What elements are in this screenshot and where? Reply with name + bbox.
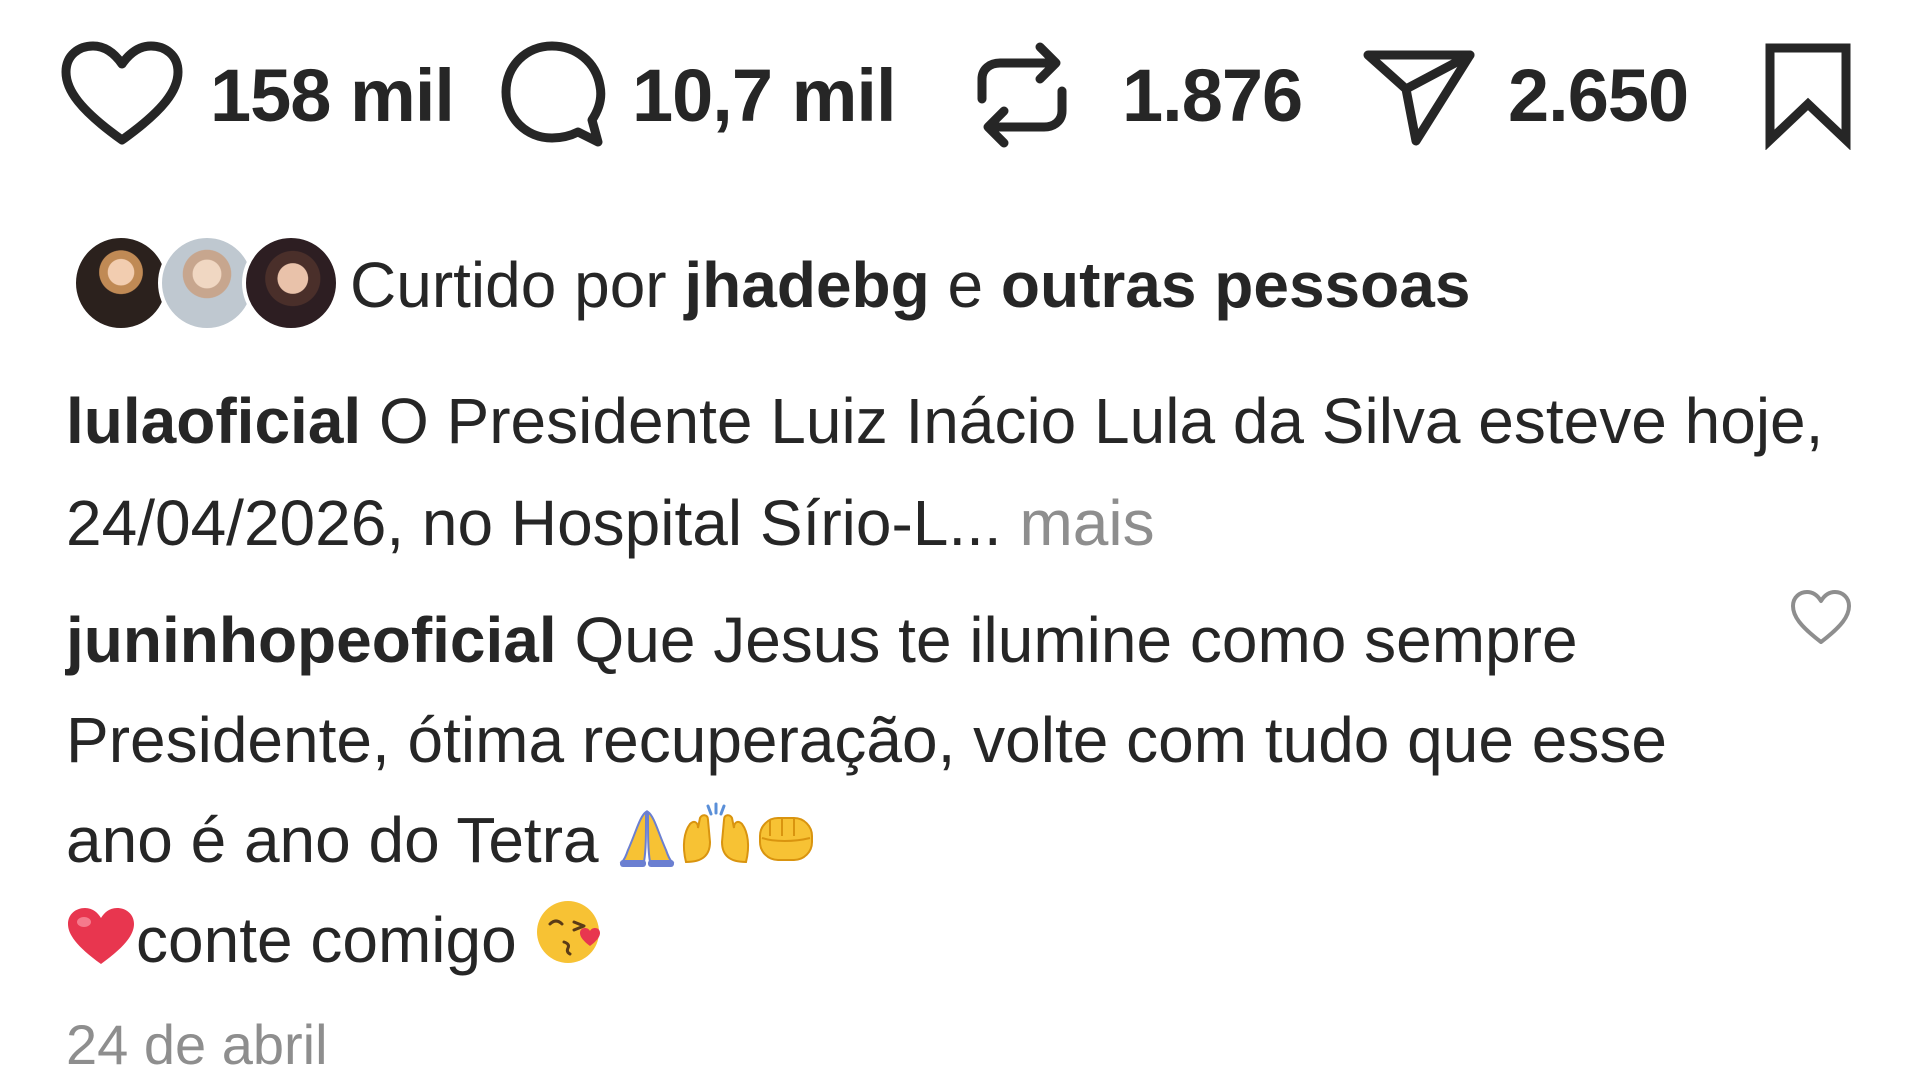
liked-by-others-link[interactable]: outras pessoas bbox=[1001, 249, 1471, 321]
avatar bbox=[242, 234, 340, 332]
post-caption: lulaoficial O Presidente Luiz Inácio Lul… bbox=[66, 370, 1826, 574]
comment-bubble-icon bbox=[500, 40, 606, 150]
share-button[interactable]: 2.650 bbox=[1360, 30, 1689, 160]
liked-by-text: Curtido por jhadebg e outras pessoas bbox=[350, 248, 1470, 322]
comment-username-link[interactable]: juninhopeoficial bbox=[66, 604, 557, 676]
liked-by-row[interactable]: Curtido por jhadebg e outras pessoas bbox=[72, 225, 1470, 345]
avatar bbox=[72, 234, 170, 332]
bookmark-icon bbox=[1760, 40, 1856, 150]
repost-button[interactable]: 1.876 bbox=[970, 30, 1303, 160]
repost-icon bbox=[970, 35, 1074, 155]
heart-icon bbox=[1790, 590, 1852, 652]
send-icon bbox=[1360, 41, 1478, 149]
comment-count: 10,7 mil bbox=[632, 53, 897, 137]
save-button[interactable] bbox=[1760, 30, 1856, 160]
liker-avatars bbox=[72, 230, 340, 340]
instagram-post-footer: 158 mil 10,7 mil 1.876 2.650 Curtido por… bbox=[0, 0, 1920, 1080]
folded-hands-emoji bbox=[616, 806, 678, 868]
face-blowing-kiss-emoji bbox=[534, 898, 604, 968]
liked-by-user-link[interactable]: jhadebg bbox=[684, 249, 929, 321]
caption-username-link[interactable]: lulaoficial bbox=[66, 385, 361, 457]
action-bar: 158 mil 10,7 mil 1.876 2.650 bbox=[60, 30, 1880, 160]
repost-count: 1.876 bbox=[1122, 53, 1303, 137]
like-button[interactable]: 158 mil bbox=[60, 30, 455, 160]
comment-button[interactable]: 10,7 mil bbox=[500, 30, 897, 160]
share-count: 2.650 bbox=[1508, 53, 1689, 137]
liked-by-prefix: Curtido por bbox=[350, 249, 685, 321]
caption-more-link[interactable]: mais bbox=[1002, 487, 1154, 559]
comment-like-button[interactable] bbox=[1790, 588, 1852, 648]
heart-icon bbox=[60, 40, 184, 150]
red-heart-emoji bbox=[66, 906, 136, 968]
comment-text-part2: conte comigo bbox=[136, 904, 535, 976]
like-count: 158 mil bbox=[210, 53, 455, 137]
post-timestamp: 24 de abril bbox=[66, 1013, 328, 1076]
raising-hands-emoji bbox=[678, 802, 754, 868]
comment: juninhopeoficial Que Jesus te ilumine co… bbox=[66, 590, 1746, 990]
liked-by-connector: e bbox=[929, 249, 1001, 321]
oncoming-fist-emoji bbox=[754, 808, 818, 868]
